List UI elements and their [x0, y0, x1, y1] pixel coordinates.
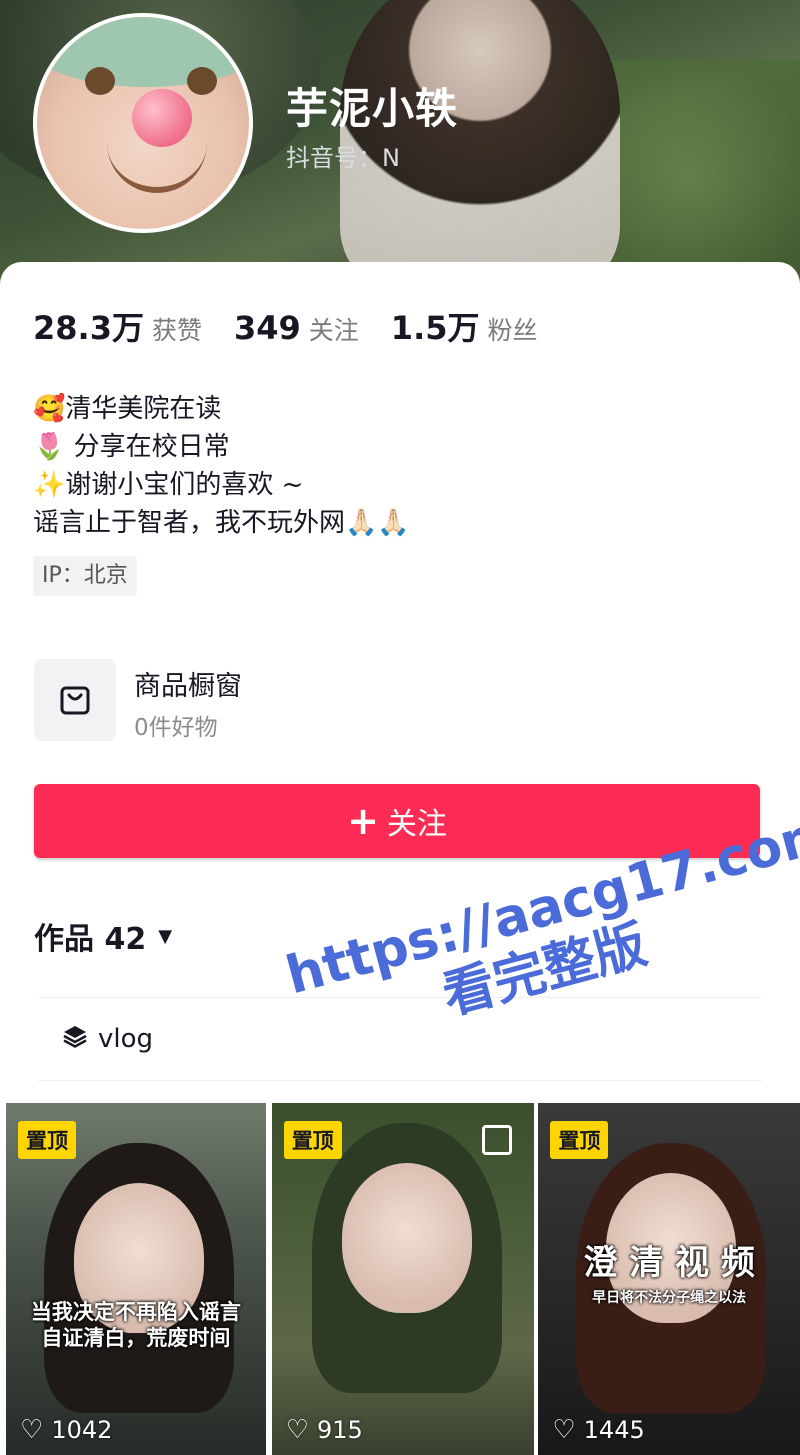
heart-icon: ♡	[552, 1415, 576, 1445]
stat-following[interactable]: 349 关注	[234, 309, 359, 347]
avatar-mouth	[107, 127, 207, 193]
works-tab-label: 作品 42	[34, 922, 147, 957]
shop-window-subtitle: 0件好物	[134, 715, 218, 741]
works-tab[interactable]: 作品 42 ▼	[34, 914, 172, 958]
username: 芋泥小轶	[286, 84, 459, 133]
bio-line: 🥰清华美院在读	[33, 394, 222, 424]
stat-value: 349	[233, 309, 301, 347]
douyin-id[interactable]: 抖音号：N	[286, 138, 400, 173]
stat-followers[interactable]: 1.5万 粉丝	[391, 303, 538, 349]
bio-line: 🌷 分享在校日常	[33, 432, 230, 462]
heart-icon: ♡	[20, 1415, 44, 1445]
bio-line: ✨谢谢小宝们的喜欢 ~	[33, 470, 304, 500]
ip-location-tag: IP：北京	[33, 556, 137, 596]
video-caption-sub: 早日将不法分子绳之以法	[592, 1290, 747, 1306]
stat-label: 关注	[308, 316, 359, 345]
video-thumbnail[interactable]: 置顶 澄 清 视 频 早日将不法分子绳之以法 ♡ 1445	[538, 1103, 800, 1455]
bio-line: 谣言止于智者，我不玩外网🙏🏻🙏🏻	[33, 508, 410, 538]
like-count-value: 1042	[51, 1416, 113, 1444]
collection-label: vlog	[98, 1024, 154, 1054]
like-count: ♡ 915	[286, 1415, 363, 1445]
heart-icon: ♡	[285, 1415, 309, 1445]
video-caption: 澄 清 视 频	[583, 1243, 755, 1283]
video-thumbnail[interactable]: 置顶 ♡ 915	[271, 1103, 535, 1455]
avatar-eye	[187, 67, 217, 95]
bio: 🥰清华美院在读 🌷 分享在校日常 ✨谢谢小宝们的喜欢 ~ 谣言止于智者，我不玩外…	[33, 390, 410, 542]
follow-button-label: 关注	[386, 807, 447, 842]
video-thumbnail[interactable]: 置顶 当我决定不再陷入谣言 自证清白，荒废时间 ♡ 1042	[6, 1103, 266, 1455]
collection-vlog[interactable]: vlog	[38, 997, 762, 1081]
avatar[interactable]	[33, 13, 253, 233]
like-count: ♡ 1445	[552, 1415, 644, 1445]
avatar-hat	[37, 17, 249, 87]
stat-value: 1.5万	[390, 309, 480, 347]
shop-window-title[interactable]: 商品橱窗	[134, 664, 242, 703]
like-count: ♡ 1042	[20, 1415, 112, 1445]
avatar-eye	[85, 67, 115, 95]
plus-icon: +	[347, 799, 379, 843]
stat-value: 28.3万	[33, 309, 144, 347]
layers-icon	[62, 1023, 88, 1056]
stat-label: 粉丝	[487, 316, 538, 345]
pinned-badge: 置顶	[550, 1121, 609, 1159]
stats-row: 28.3万 获赞 349 关注 1.5万 粉丝	[33, 303, 570, 349]
follow-button[interactable]: + 关注	[34, 784, 760, 858]
shopping-bag-icon	[60, 686, 90, 715]
stat-likes[interactable]: 28.3万 获赞	[33, 303, 202, 349]
video-grid: 置顶 当我决定不再陷入谣言 自证清白，荒废时间 ♡ 1042 置顶 ♡ 915 …	[0, 1103, 800, 1455]
caret-down-icon: ▼	[158, 925, 173, 947]
like-count-value: 1445	[583, 1416, 645, 1444]
pinned-badge: 置顶	[18, 1121, 76, 1159]
thumbnail-face	[341, 1163, 472, 1313]
pinned-badge: 置顶	[283, 1121, 342, 1159]
video-caption: 当我决定不再陷入谣言 自证清白，荒废时间	[30, 1300, 241, 1350]
stat-label: 获赞	[151, 316, 202, 345]
multi-image-icon	[482, 1125, 513, 1155]
shop-window-icon[interactable]	[34, 659, 116, 741]
like-count-value: 915	[317, 1416, 363, 1444]
